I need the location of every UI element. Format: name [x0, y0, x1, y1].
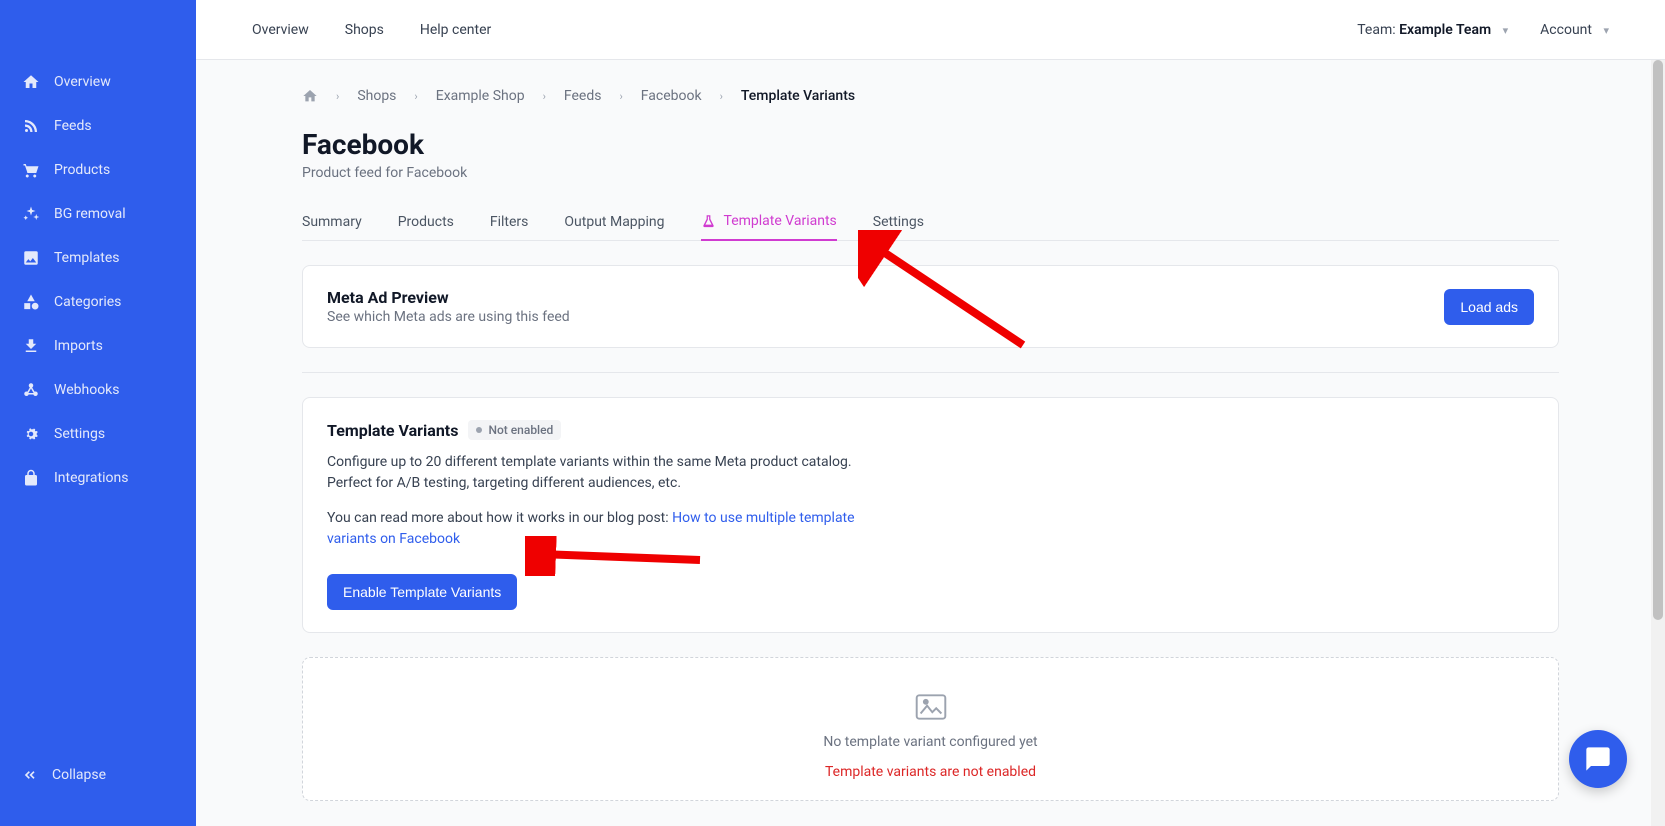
- collapse-label: Collapse: [52, 767, 106, 783]
- template-variants-card: Template Variants Not enabled Configure …: [302, 397, 1559, 633]
- download-icon: [22, 337, 40, 355]
- chevron-right-icon: ›: [414, 90, 417, 103]
- flask-icon: [701, 214, 716, 229]
- breadcrumb-facebook[interactable]: Facebook: [641, 88, 702, 104]
- tab-products[interactable]: Products: [398, 203, 454, 240]
- sidebar-label: BG removal: [54, 206, 126, 222]
- breadcrumb-current: Template Variants: [741, 88, 855, 104]
- chevron-right-icon: ›: [336, 90, 339, 103]
- team-name: Example Team: [1399, 22, 1491, 38]
- account-dropdown[interactable]: Account ▾: [1540, 22, 1609, 38]
- tab-settings[interactable]: Settings: [873, 203, 924, 240]
- variants-desc-2: You can read more about how it works in …: [327, 508, 867, 550]
- sidebar-item-feeds[interactable]: Feeds: [0, 104, 196, 148]
- page-subtitle: Product feed for Facebook: [302, 165, 1559, 181]
- sidebar-label: Products: [54, 162, 110, 178]
- sidebar-label: Webhooks: [54, 382, 120, 398]
- empty-text: No template variant configured yet: [327, 734, 1534, 750]
- cart-icon: [22, 161, 40, 179]
- webhook-icon: [22, 381, 40, 399]
- shapes-icon: [22, 293, 40, 311]
- tab-label: Template Variants: [724, 213, 837, 229]
- scrollbar-thumb[interactable]: [1653, 60, 1663, 620]
- sidebar-label: Categories: [54, 294, 121, 310]
- topbar-link-overview[interactable]: Overview: [252, 22, 309, 38]
- sidebar-item-categories[interactable]: Categories: [0, 280, 196, 324]
- chevron-down-icon: ▾: [1503, 24, 1509, 37]
- sidebar-item-integrations[interactable]: Integrations: [0, 456, 196, 500]
- sidebar-item-products[interactable]: Products: [0, 148, 196, 192]
- chevron-right-icon: ›: [619, 90, 622, 103]
- divider: [302, 372, 1559, 373]
- sparkle-icon: [22, 205, 40, 223]
- chat-button[interactable]: [1569, 730, 1627, 788]
- main-content: › Shops › Example Shop › Feeds › Faceboo…: [196, 60, 1665, 826]
- sidebar-collapse[interactable]: Collapse: [0, 754, 196, 796]
- meta-ad-preview-card: Meta Ad Preview See which Meta ads are u…: [302, 265, 1559, 348]
- sidebar-label: Templates: [54, 250, 120, 266]
- breadcrumb-feeds[interactable]: Feeds: [564, 88, 602, 104]
- sidebar-item-overview[interactable]: Overview: [0, 60, 196, 104]
- status-badge: Not enabled: [468, 420, 561, 440]
- sidebar: Overview Feeds Products BG removal Templ…: [0, 0, 196, 826]
- chevron-double-left-icon: [22, 767, 38, 783]
- error-text: Template variants are not enabled: [327, 764, 1534, 780]
- enable-variants-button[interactable]: Enable Template Variants: [327, 574, 517, 610]
- topbar-nav: Overview Shops Help center: [252, 22, 491, 38]
- home-icon[interactable]: [302, 88, 318, 104]
- tab-filters[interactable]: Filters: [490, 203, 529, 240]
- account-label: Account: [1540, 22, 1592, 38]
- chevron-right-icon: ›: [720, 90, 723, 103]
- team-dropdown[interactable]: Team: Example Team ▾: [1357, 22, 1508, 38]
- badge-text: Not enabled: [488, 423, 553, 437]
- meta-preview-subtitle: See which Meta ads are using this feed: [327, 309, 570, 325]
- topbar-link-help[interactable]: Help center: [420, 22, 491, 38]
- lock-icon: [22, 469, 40, 487]
- chat-icon: [1584, 745, 1612, 773]
- chevron-right-icon: ›: [543, 90, 546, 103]
- sidebar-item-templates[interactable]: Templates: [0, 236, 196, 280]
- sidebar-label: Feeds: [54, 118, 92, 134]
- load-ads-button[interactable]: Load ads: [1444, 289, 1534, 325]
- topbar-link-shops[interactable]: Shops: [345, 22, 384, 38]
- sidebar-label: Imports: [54, 338, 103, 354]
- tab-summary[interactable]: Summary: [302, 203, 362, 240]
- breadcrumb-shop[interactable]: Example Shop: [436, 88, 525, 104]
- tabs: Summary Products Filters Output Mapping …: [302, 203, 1559, 241]
- breadcrumb-shops[interactable]: Shops: [357, 88, 396, 104]
- empty-state-card: No template variant configured yet Templ…: [302, 657, 1559, 801]
- gear-icon: [22, 425, 40, 443]
- sidebar-item-bg-removal[interactable]: BG removal: [0, 192, 196, 236]
- topbar: Overview Shops Help center Team: Example…: [196, 0, 1665, 60]
- scrollbar[interactable]: [1651, 60, 1665, 826]
- variants-title: Template Variants: [327, 421, 458, 440]
- sidebar-item-webhooks[interactable]: Webhooks: [0, 368, 196, 412]
- sidebar-nav: Overview Feeds Products BG removal Templ…: [0, 0, 196, 754]
- breadcrumb: › Shops › Example Shop › Feeds › Faceboo…: [302, 88, 1559, 104]
- sidebar-label: Integrations: [54, 470, 128, 486]
- sidebar-label: Settings: [54, 426, 105, 442]
- desc2-prefix: You can read more about how it works in …: [327, 510, 672, 526]
- meta-preview-title: Meta Ad Preview: [327, 288, 570, 307]
- home-icon: [22, 73, 40, 91]
- page-title: Facebook: [302, 128, 1559, 161]
- variants-desc-1: Configure up to 20 different template va…: [327, 452, 867, 494]
- chevron-down-icon: ▾: [1603, 24, 1609, 37]
- sidebar-item-imports[interactable]: Imports: [0, 324, 196, 368]
- tab-template-variants[interactable]: Template Variants: [701, 203, 837, 241]
- rss-icon: [22, 117, 40, 135]
- sidebar-item-settings[interactable]: Settings: [0, 412, 196, 456]
- badge-dot-icon: [476, 427, 482, 433]
- image-placeholder-icon: [327, 694, 1534, 720]
- sidebar-label: Overview: [54, 74, 111, 90]
- tab-output-mapping[interactable]: Output Mapping: [564, 203, 664, 240]
- team-label: Team:: [1357, 22, 1395, 38]
- image-icon: [22, 249, 40, 267]
